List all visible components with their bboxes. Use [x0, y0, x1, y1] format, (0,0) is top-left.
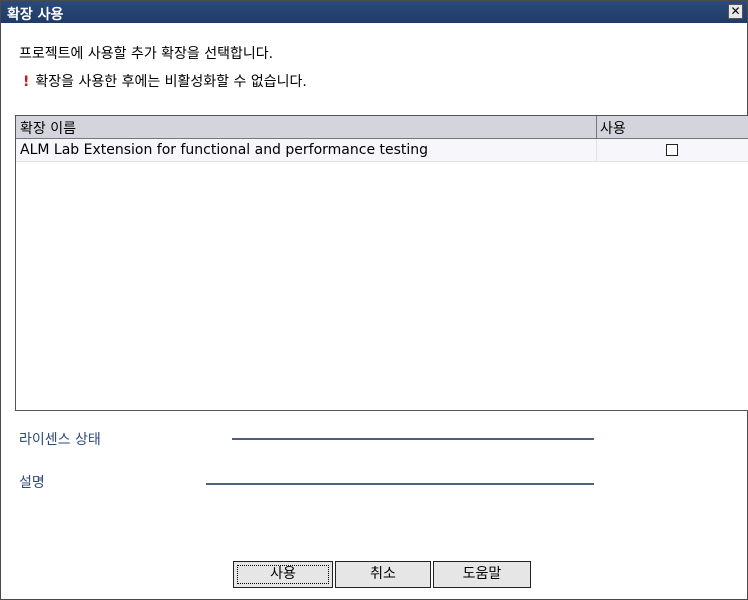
- dialog-title: 확장 사용: [7, 7, 64, 23]
- description-separator: [206, 483, 594, 485]
- column-divider: [596, 139, 597, 161]
- extensions-table: 확장 이름 사용 ALM Lab Extension for functiona…: [15, 115, 748, 411]
- license-status-label: 라이센스 상태: [19, 432, 101, 448]
- table-header: 확장 이름 사용: [16, 116, 748, 139]
- enable-extensions-dialog: 확장 사용 ✕ 프로젝트에 사용할 추가 확장을 선택합니다. ! 확장을 사용한…: [0, 0, 748, 600]
- license-status-separator: [232, 438, 594, 440]
- title-bar: 확장 사용 ✕: [1, 1, 747, 23]
- cancel-button[interactable]: 취소: [335, 561, 431, 588]
- column-divider[interactable]: [596, 116, 597, 138]
- enable-checkbox[interactable]: [666, 144, 678, 156]
- extension-name-cell: ALM Lab Extension for functional and per…: [20, 142, 429, 158]
- intro-text: 프로젝트에 사용할 추가 확장을 선택합니다.: [19, 46, 274, 62]
- close-icon[interactable]: ✕: [728, 4, 743, 19]
- column-header-enable[interactable]: 사용: [600, 118, 626, 138]
- exclamation-icon: !: [23, 74, 30, 90]
- description-label: 설명: [19, 475, 45, 491]
- warning-text: 확장을 사용한 후에는 비활성화할 수 없습니다.: [35, 74, 307, 90]
- use-button[interactable]: 사용: [233, 561, 333, 588]
- warning-message: ! 확장을 사용한 후에는 비활성화할 수 없습니다.: [23, 71, 307, 91]
- help-button[interactable]: 도움말: [433, 561, 531, 588]
- table-row[interactable]: ALM Lab Extension for functional and per…: [16, 139, 748, 162]
- column-header-extension-name[interactable]: 확장 이름: [20, 118, 76, 138]
